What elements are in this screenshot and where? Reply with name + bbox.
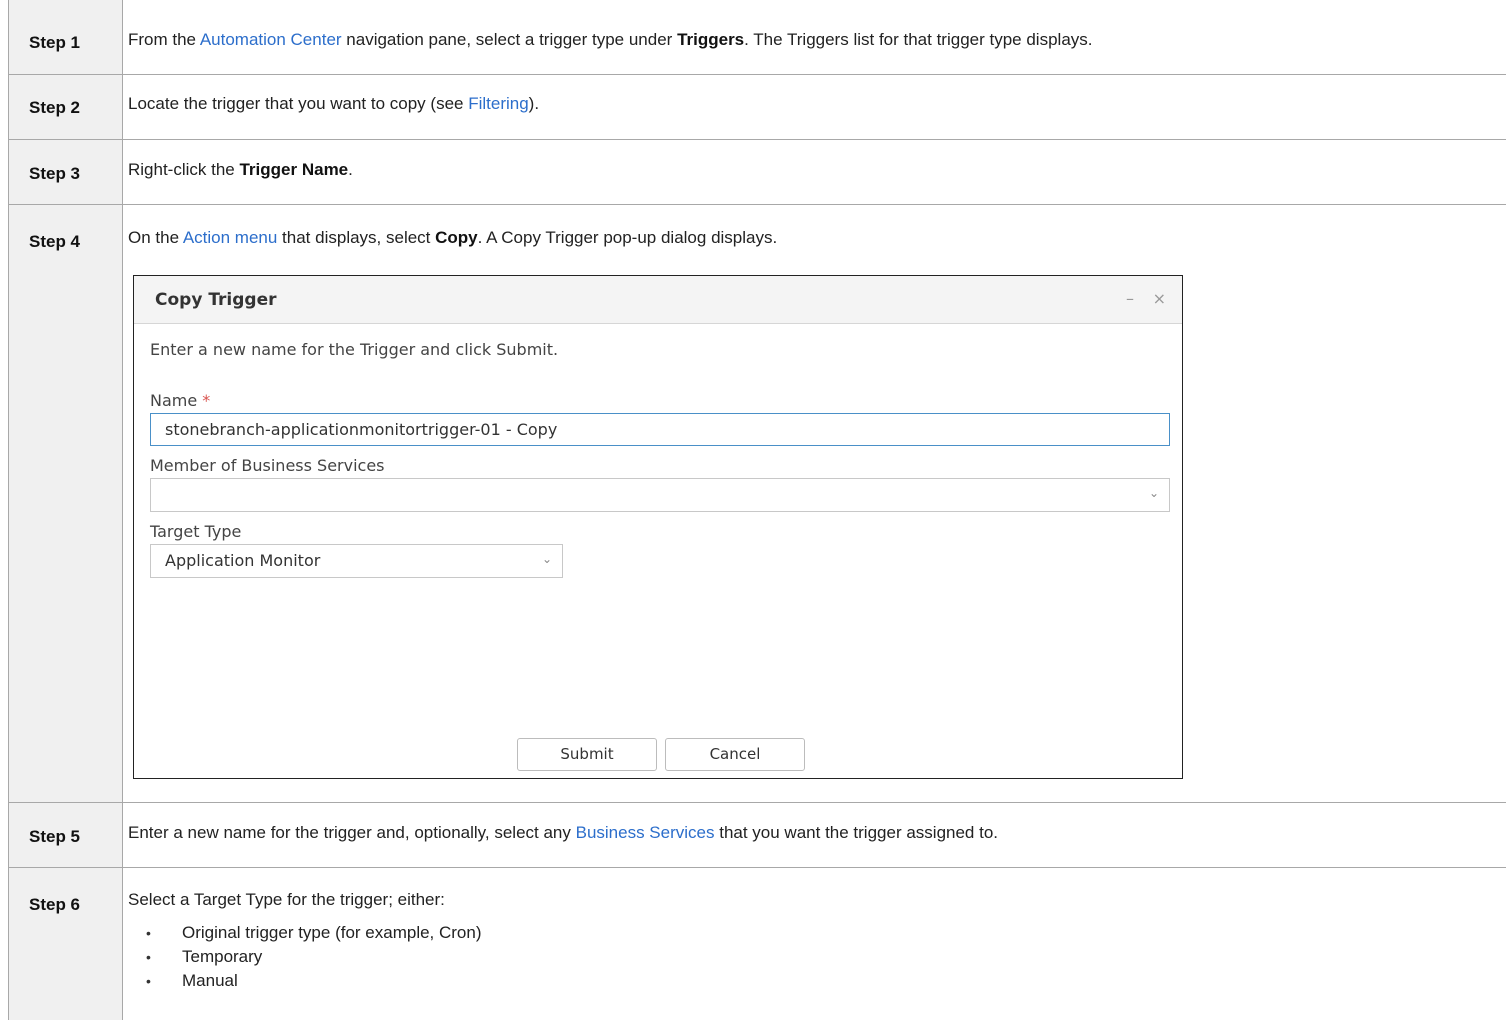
step-header-3: Step 3 [8, 140, 123, 204]
step-header-2: Step 2 [8, 75, 123, 139]
list-item: Manual [146, 969, 482, 993]
step-header-5: Step 5 [8, 803, 123, 867]
target-type-options-list: Original trigger type (for example, Cron… [146, 921, 482, 993]
list-item: Original trigger type (for example, Cron… [146, 921, 482, 945]
business-services-select[interactable]: ⌄ [150, 478, 1170, 512]
step-label: Step 1 [29, 33, 81, 52]
copy-trigger-dialog: Copy Trigger – × Enter a new name for th… [133, 275, 1183, 779]
step-text-2: Locate the trigger that you want to copy… [128, 94, 540, 113]
step-text-3: Right-click the Trigger Name. [128, 160, 353, 179]
step-label: Step 6 [29, 895, 81, 914]
step-row-2: Step 2 Locate the trigger that you want … [8, 75, 1506, 140]
chevron-down-icon: ⌄ [1148, 486, 1159, 500]
step-row-5: Step 5 Enter a new name for the trigger … [8, 803, 1506, 868]
name-input[interactable]: stonebranch-applicationmonitortrigger-01… [150, 413, 1170, 446]
filtering-link[interactable]: Filtering [468, 94, 528, 113]
list-item: Temporary [146, 945, 482, 969]
step-text-1: From the Automation Center navigation pa… [128, 30, 1093, 49]
steps-table: Step 1 From the Automation Center naviga… [8, 0, 1506, 1020]
step-text-4: On the Action menu that displays, select… [128, 228, 778, 247]
chevron-down-icon: ⌄ [541, 552, 552, 566]
target-type-select[interactable]: Application Monitor ⌄ [150, 544, 563, 578]
minimize-icon[interactable]: – [1126, 289, 1134, 308]
step-label: Step 5 [29, 827, 81, 846]
name-label: Name * [150, 391, 211, 410]
step-text-6: Select a Target Type for the trigger; ei… [128, 890, 445, 909]
step-row-4: Step 4 On the Action menu that displays,… [8, 205, 1506, 803]
step-row-6: Step 6 Select a Target Type for the trig… [8, 868, 1506, 1020]
submit-button[interactable]: Submit [517, 738, 657, 771]
dialog-instructions: Enter a new name for the Trigger and cli… [150, 340, 559, 359]
step-header-4: Step 4 [8, 205, 123, 802]
close-icon[interactable]: × [1153, 289, 1166, 308]
business-services-label: Member of Business Services [150, 456, 385, 475]
step-row-3: Step 3 Right-click the Trigger Name. [8, 140, 1506, 205]
step-text-5: Enter a new name for the trigger and, op… [128, 823, 999, 842]
target-type-label: Target Type [150, 522, 242, 541]
step-label: Step 4 [29, 232, 81, 251]
action-menu-link[interactable]: Action menu [183, 228, 278, 247]
cancel-button[interactable]: Cancel [665, 738, 805, 771]
step-label: Step 2 [29, 98, 81, 117]
required-marker: * [202, 391, 211, 410]
step-label: Step 3 [29, 164, 81, 183]
dialog-titlebar: Copy Trigger – × [134, 276, 1182, 324]
business-services-link[interactable]: Business Services [576, 823, 715, 842]
automation-center-link[interactable]: Automation Center [200, 30, 342, 49]
step-header-6: Step 6 [8, 868, 123, 1020]
step-row-1: Step 1 From the Automation Center naviga… [8, 0, 1506, 75]
step-header-1: Step 1 [8, 0, 123, 74]
dialog-title: Copy Trigger [155, 290, 277, 310]
